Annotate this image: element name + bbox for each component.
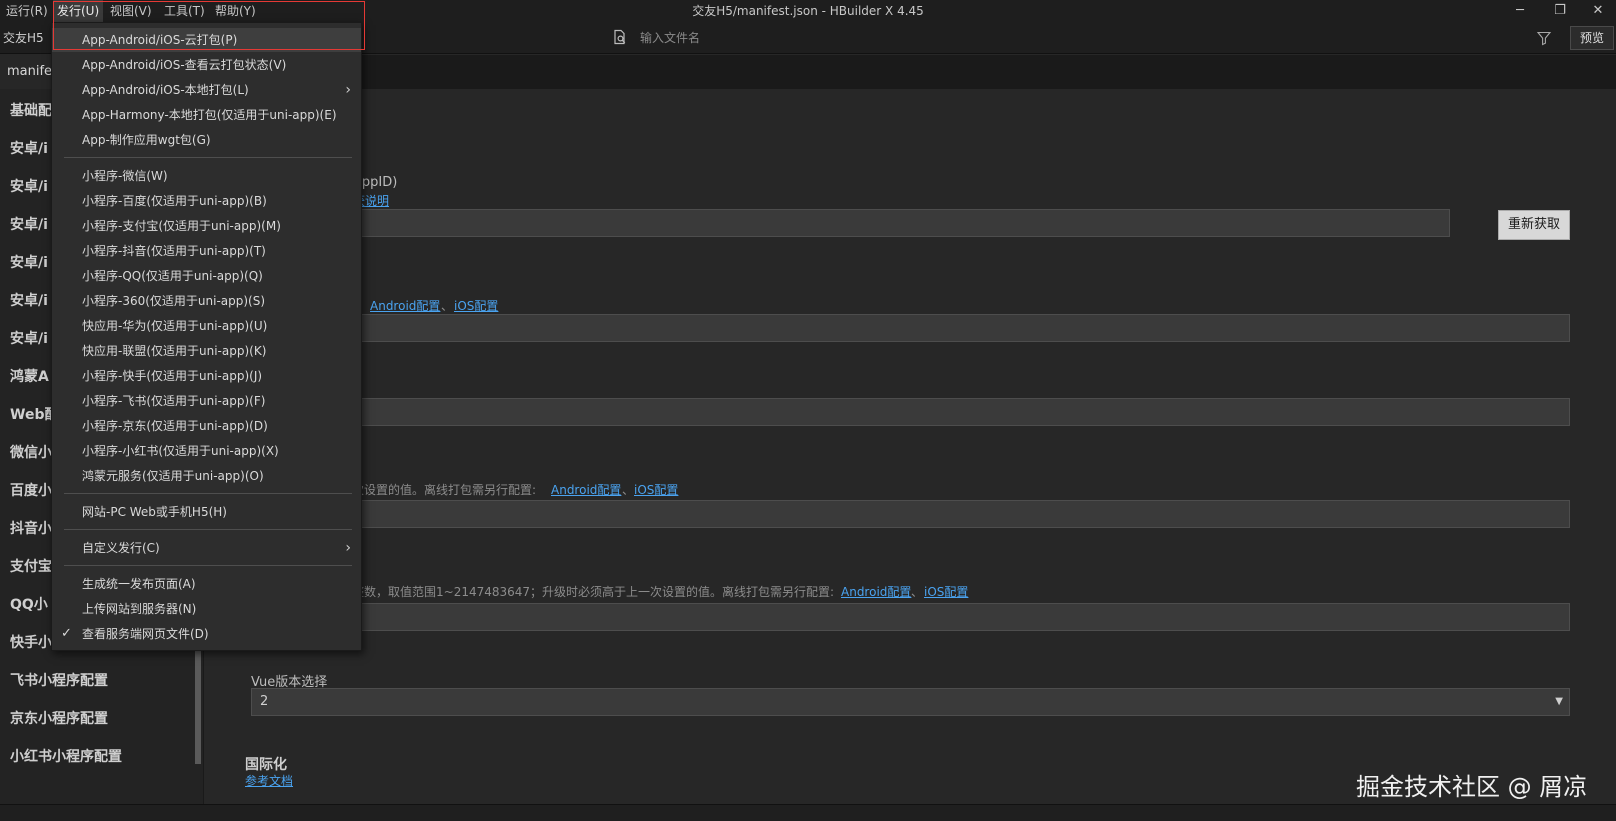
publish-dropdown-menu: App-Android/iOS-云打包(P) App-Android/iOS-查… — [51, 22, 362, 651]
status-bar — [0, 804, 1616, 821]
chevron-right-icon: › — [345, 82, 351, 98]
version-code-field[interactable] — [352, 603, 1570, 631]
sidebar-item-xiaohongshu[interactable]: 小红书小程序配置 — [10, 746, 122, 766]
menu-item-app-cloud-pack[interactable]: App-Android/iOS-云打包(P) — [52, 28, 361, 52]
appid-field[interactable]: f — [352, 209, 1450, 237]
menu-publish[interactable]: 发行(U) — [53, 0, 104, 22]
version-name-hint: 次设置的值。离线打包需另行配置: — [352, 483, 537, 497]
menu-tools[interactable]: 工具(T) — [160, 0, 209, 22]
menu-item-label: App-Android/iOS-本地打包(L) — [82, 83, 249, 97]
menu-item-app-wgt[interactable]: App-制作应用wgt包(G) — [52, 128, 361, 152]
close-button[interactable]: ✕ — [1578, 0, 1616, 22]
app-name-ios-link[interactable]: iOS配置 — [454, 297, 498, 314]
version-name-field[interactable] — [352, 500, 1570, 528]
app-name-field[interactable] — [352, 314, 1570, 342]
menu-item-label: 自定义发行(C) — [82, 541, 160, 555]
menu-item-generate-release-page[interactable]: 生成统一发布页面(A) — [52, 572, 361, 596]
sidebar-item-weixin[interactable]: 微信小 — [10, 442, 52, 462]
menu-item-view-server-files[interactable]: ✓ 查看服务端网页文件(D) — [52, 622, 361, 646]
menu-item-quickapp-union[interactable]: 快应用-联盟(仅适用于uni-app)(K) — [52, 339, 361, 363]
config-main: AppID) 获说明 f 重新获取 Android配置 、 iOS配置 次设置的… — [205, 89, 1616, 804]
menu-separator — [64, 493, 352, 494]
menu-help[interactable]: 帮助(Y) — [211, 0, 260, 22]
sidebar-item-baidu[interactable]: 百度小 — [10, 480, 52, 500]
menu-item-mp-qq[interactable]: 小程序-QQ(仅适用于uni-app)(Q) — [52, 264, 361, 288]
title-bar: 运行(R) 发行(U) 视图(V) 工具(T) 帮助(Y) 交友H5/manif… — [0, 0, 1616, 22]
menu-item-mp-xiaohongshu[interactable]: 小程序-小红书(仅适用于uni-app)(X) — [52, 439, 361, 463]
menu-item-label: 查看服务端网页文件(D) — [82, 627, 209, 641]
menu-item-mp-feishu[interactable]: 小程序-飞书(仅适用于uni-app)(F) — [52, 389, 361, 413]
file-search-input[interactable] — [640, 27, 1140, 49]
app-description-field[interactable] — [352, 398, 1570, 426]
sidebar-scrollbar[interactable] — [195, 649, 201, 764]
version-name-android-link[interactable]: Android配置 — [551, 481, 621, 498]
menu-item-web-h5[interactable]: 网站-PC Web或手机H5(H) — [52, 500, 361, 524]
version-code-link-separator: 、 — [911, 585, 924, 599]
app-name-android-link[interactable]: Android配置 — [370, 297, 440, 314]
chevron-right-icon: › — [345, 540, 351, 556]
file-search-icon — [614, 29, 626, 45]
menu-item-mp-360[interactable]: 小程序-360(仅适用于uni-app)(S) — [52, 289, 361, 313]
version-code-hint: 整数，取值范围1~2147483647；升级时必须高于上一次设置的值。离线打包需… — [352, 585, 835, 599]
watermark: 掘金技术社区 @ 屑凉 — [1356, 773, 1588, 801]
sidebar-item-harmony[interactable]: 鸿蒙A — [10, 366, 49, 386]
sidebar-item-jd[interactable]: 京东小程序配置 — [10, 708, 108, 728]
check-icon: ✓ — [61, 626, 72, 641]
i18n-title: 国际化 — [245, 757, 287, 773]
filter-icon[interactable] — [1536, 30, 1552, 46]
sidebar-item-douyin[interactable]: 抖音小 — [10, 518, 52, 538]
menu-separator — [64, 529, 352, 530]
version-name-link-separator: 、 — [622, 483, 635, 497]
sidebar-item-feishu[interactable]: 飞书小程序配置 — [10, 670, 108, 690]
sidebar-item-basic[interactable]: 基础配 — [10, 100, 52, 120]
vue-version-select[interactable]: 2 ▼ — [251, 688, 1570, 716]
i18n-docs-link[interactable]: 参考文档 — [245, 772, 293, 789]
menu-item-mp-baidu[interactable]: 小程序-百度(仅适用于uni-app)(B) — [52, 189, 361, 213]
menu-run[interactable]: 运行(R) — [2, 0, 52, 22]
sidebar-item-qq[interactable]: QQ小 — [10, 594, 48, 614]
menu-item-custom-publish[interactable]: 自定义发行(C) › — [52, 536, 361, 560]
sidebar-item-android-ios-2[interactable]: 安卓/i — [10, 176, 48, 196]
project-label[interactable]: 交友H5 — [3, 22, 44, 54]
file-search-box[interactable] — [610, 26, 1170, 50]
sidebar-item-android-ios-1[interactable]: 安卓/i — [10, 138, 48, 158]
restore-button[interactable]: ❐ — [1540, 0, 1580, 22]
menu-item-harmony-local-pack[interactable]: App-Harmony-本地打包(仅适用于uni-app)(E) — [52, 103, 361, 127]
menu-item-app-cloud-status[interactable]: App-Android/iOS-查看云打包状态(V) — [52, 53, 361, 77]
sidebar-item-android-ios-5[interactable]: 安卓/i — [10, 290, 48, 310]
menu-item-app-local-pack[interactable]: App-Android/iOS-本地打包(L) › — [52, 78, 361, 102]
caret-down-icon: ▼ — [1555, 696, 1563, 707]
version-code-android-link[interactable]: Android配置 — [841, 583, 911, 600]
menu-separator — [64, 157, 352, 158]
sidebar-item-android-ios-4[interactable]: 安卓/i — [10, 252, 48, 272]
menu-item-mp-jd[interactable]: 小程序-京东(仅适用于uni-app)(D) — [52, 414, 361, 438]
menu-item-mp-kuaishou[interactable]: 小程序-快手(仅适用于uni-app)(J) — [52, 364, 361, 388]
sidebar-item-android-ios-6[interactable]: 安卓/i — [10, 328, 48, 348]
sidebar-item-android-ios-3[interactable]: 安卓/i — [10, 214, 48, 234]
menu-view[interactable]: 视图(V) — [106, 0, 156, 22]
sidebar-item-alipay[interactable]: 支付宝 — [10, 556, 52, 576]
menu-item-mp-douyin[interactable]: 小程序-抖音(仅适用于uni-app)(T) — [52, 239, 361, 263]
menu-item-quickapp-huawei[interactable]: 快应用-华为(仅适用于uni-app)(U) — [52, 314, 361, 338]
menu-item-upload-site[interactable]: 上传网站到服务器(N) — [52, 597, 361, 621]
version-code-ios-link[interactable]: iOS配置 — [924, 583, 968, 600]
menu-item-mp-alipay[interactable]: 小程序-支付宝(仅适用于uni-app)(M) — [52, 214, 361, 238]
preview-button[interactable]: 预览 — [1570, 26, 1614, 50]
menu-item-harmony-atomic[interactable]: 鸿蒙元服务(仅适用于uni-app)(O) — [52, 464, 361, 488]
menu-item-mp-weixin[interactable]: 小程序-微信(W) — [52, 164, 361, 188]
refetch-appid-button[interactable]: 重新获取 — [1498, 210, 1570, 240]
app-name-link-separator: 、 — [441, 299, 454, 313]
menu-separator — [64, 565, 352, 566]
version-name-ios-link[interactable]: iOS配置 — [634, 481, 678, 498]
minimize-button[interactable]: ─ — [1500, 0, 1540, 22]
vue-version-value: 2 — [260, 694, 269, 709]
